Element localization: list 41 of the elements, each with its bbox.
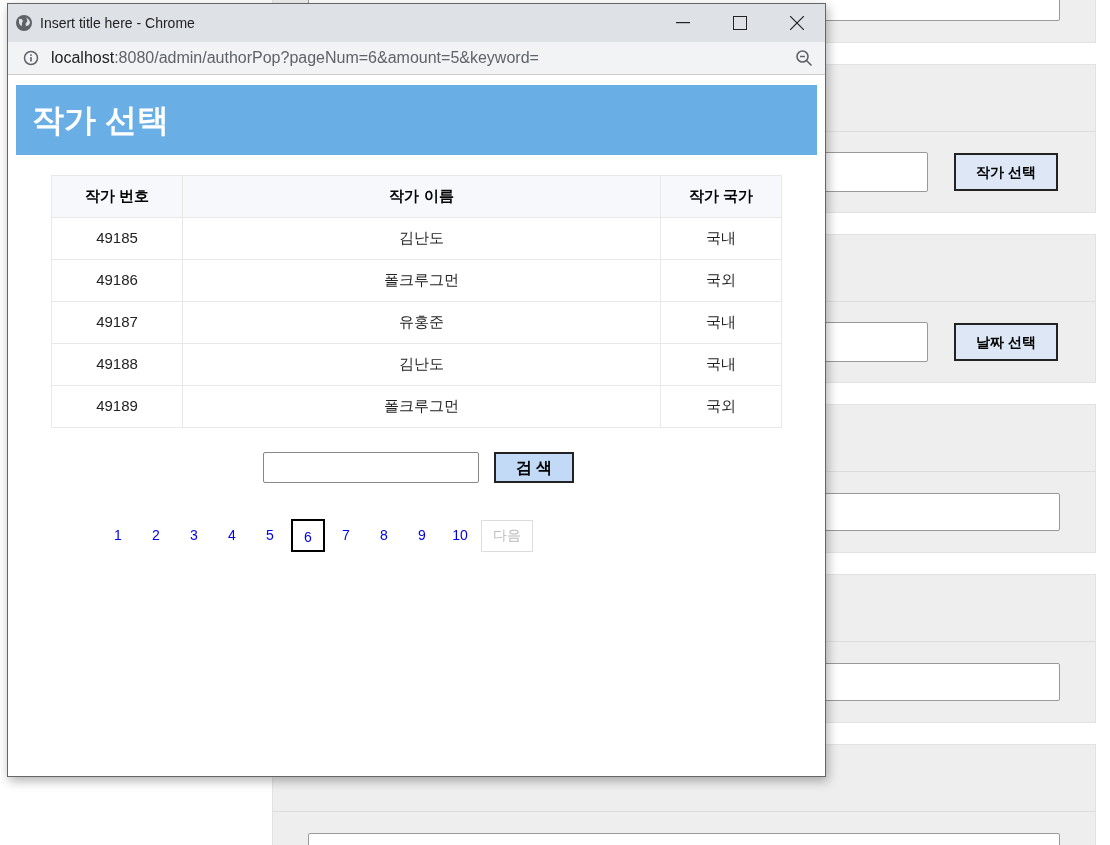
table-cell: 김난도 [182,343,661,386]
info-icon [23,50,39,66]
search-button[interactable]: 검 색 [494,452,574,483]
table-cell: 국내 [660,301,782,344]
table-cell: 폴크루그먼 [182,259,661,302]
table-cell: 49186 [51,259,183,302]
globe-icon [15,14,33,32]
page-link[interactable]: 10 [443,519,477,552]
table-cell: 49185 [51,217,183,260]
column-header: 작가 번호 [51,175,183,218]
column-header: 작가 국가 [660,175,782,218]
table-cell: 49188 [51,343,183,386]
maximize-icon [732,16,747,30]
table-cell: 김난도 [182,217,661,260]
page-link[interactable]: 7 [329,519,363,552]
page-link[interactable]: 1 [101,519,135,552]
column-header: 작가 이름 [182,175,661,218]
page-title: 작가 선택 [32,101,169,140]
table-cell: 49189 [51,385,183,428]
minimize-icon [675,22,690,24]
close-icon [789,16,804,30]
page-link[interactable]: 3 [177,519,211,552]
select-button[interactable]: 날짜 선택 [954,323,1058,361]
select-button[interactable]: 작가 선택 [954,153,1058,191]
page-link[interactable]: 9 [405,519,439,552]
zoom-out-icon[interactable] [795,49,813,67]
page-link[interactable]: 5 [253,519,287,552]
window-title: Insert title here - Chrome [40,13,195,33]
page-link[interactable]: 4 [215,519,249,552]
page-link[interactable]: 6 [291,519,325,552]
page-link[interactable]: 8 [367,519,401,552]
table-cell: 국내 [660,343,782,386]
table-cell: 국외 [660,259,782,302]
table-cell: 국내 [660,217,782,260]
page-link[interactable]: 2 [139,519,173,552]
table-cell: 폴크루그먼 [182,385,661,428]
table-cell: 49187 [51,301,183,344]
search-field[interactable] [263,452,479,483]
url-text[interactable]: localhost:8080/admin/authorPop?pageNum=6&amount=5&keyword= [51,46,539,70]
table-cell: 국외 [660,385,782,428]
table-cell: 유홍준 [182,301,661,344]
